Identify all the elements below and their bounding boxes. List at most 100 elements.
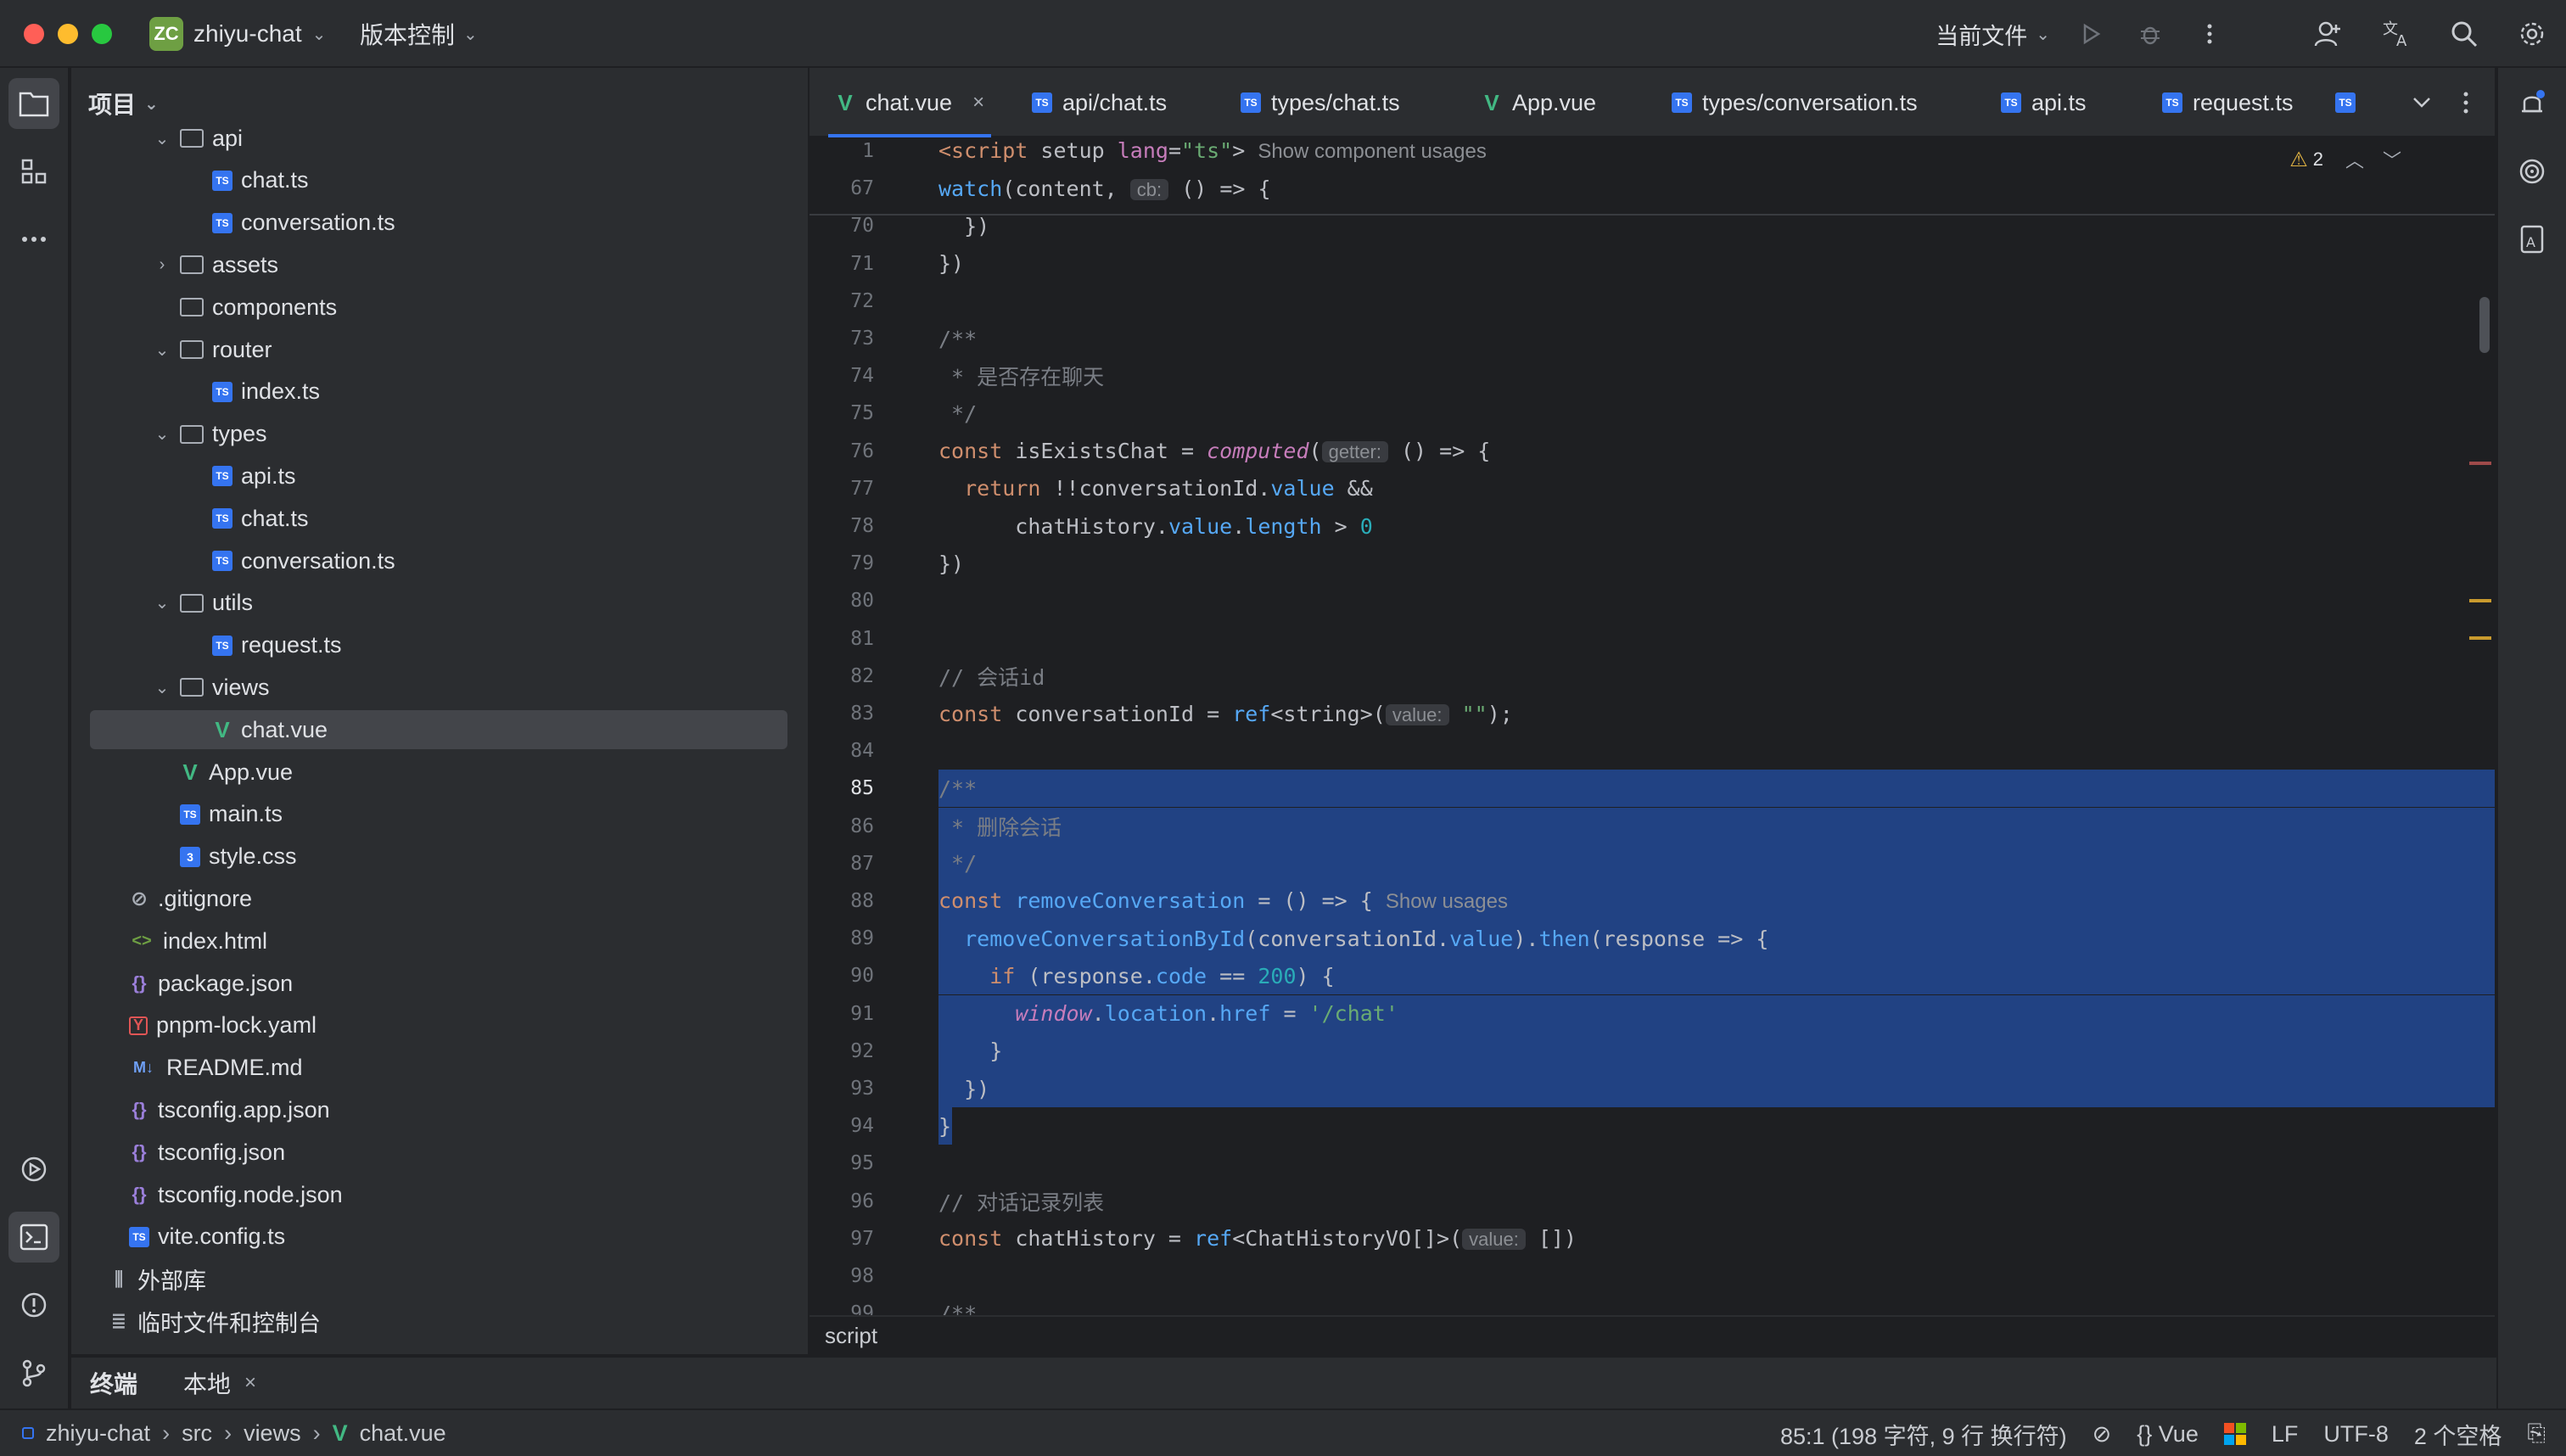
local-terminal-tab[interactable]: 本地 × — [183, 1366, 256, 1400]
maximize-window-button[interactable] — [92, 24, 112, 44]
git-tool-button[interactable] — [8, 1347, 59, 1398]
code-line[interactable]: 83 const conversationId = ref<string>(val… — [810, 695, 2495, 732]
code-line[interactable]: 96 // 对话记录列表 — [810, 1183, 2495, 1220]
tree-item[interactable]: TS main.ts — [71, 795, 808, 834]
language-selector[interactable]: {} Vue — [2137, 1421, 2199, 1448]
tree-item[interactable]: TS chat.ts — [71, 161, 808, 200]
code-line[interactable]: 1 <script setup lang="ts"> Show component… — [810, 139, 2495, 170]
code-line[interactable]: 79}) — [810, 545, 2495, 582]
chevron-down-icon[interactable]: ⌄ — [153, 128, 171, 149]
tree-item[interactable]: TS conversation.ts — [71, 541, 808, 580]
code-editor[interactable]: 1 <script setup lang="ts"> Show component… — [810, 139, 2495, 1315]
code-line[interactable]: 88 const removeConversation = () => { Sho… — [810, 882, 2495, 920]
chevron-up-icon[interactable]: ︿ — [2345, 146, 2364, 173]
windows-logo-icon[interactable] — [2223, 1423, 2246, 1445]
project-switcher[interactable]: ZC zhiyu-chat ⌄ — [149, 17, 326, 51]
editor-tab[interactable]: Vchat.vue × — [827, 68, 992, 137]
tree-item[interactable]: {} tsconfig.json — [71, 1133, 808, 1172]
editor-tab[interactable]: TS types/chat.ts — [1241, 68, 1400, 137]
code-line[interactable]: 98 — [810, 1257, 2495, 1295]
chevron-down-icon[interactable]: ⌄ — [153, 592, 171, 613]
code-line[interactable]: 84 — [810, 732, 2495, 770]
tree-item[interactable]: <> index.html — [71, 921, 808, 960]
code-line[interactable]: 85 /** — [810, 770, 2495, 808]
code-line[interactable]: 95 — [810, 1145, 2495, 1182]
code-line[interactable]: 93 }) — [810, 1070, 2495, 1107]
chevron-down-icon[interactable]: ﹀ — [2383, 146, 2401, 173]
tab-actions-icon[interactable] — [2449, 86, 2483, 120]
code-line[interactable]: 86 * 删除会话 — [810, 807, 2495, 845]
tree-item[interactable]: ⌄ router — [71, 330, 808, 369]
code-line[interactable]: 80 — [810, 582, 2495, 619]
editor-tab[interactable]: TS api.ts — [2001, 68, 2087, 137]
tree-item[interactable]: {} package.json — [71, 964, 808, 1003]
tree-item[interactable]: TS chat.ts — [71, 499, 808, 538]
editor-tab[interactable]: TS request.ts — [2162, 68, 2294, 137]
settings-gear-icon[interactable] — [2515, 17, 2549, 51]
code-line[interactable]: 94} — [810, 1107, 2495, 1145]
tree-item[interactable]: ⌄ utils — [71, 584, 808, 623]
close-icon[interactable]: × — [244, 1371, 256, 1395]
tab-list-chevron-icon[interactable] — [2405, 86, 2439, 120]
run-config-selector[interactable]: 当前文件 ⌄ — [1936, 18, 2050, 51]
code-line[interactable]: 70 }) — [810, 207, 2495, 244]
more-actions-icon[interactable] — [2193, 17, 2227, 51]
tree-item[interactable]: ⌄ views — [71, 668, 808, 707]
terminal-tool-button[interactable] — [8, 1212, 59, 1263]
crumb-project[interactable]: zhiyu-chat — [46, 1420, 150, 1447]
tree-item[interactable]: Ypnpm-lock.yaml — [71, 1006, 808, 1045]
editor-breadcrumb[interactable]: script — [810, 1315, 2495, 1354]
code-line[interactable]: 78 chatHistory.value.length > 0 — [810, 507, 2495, 545]
readonly-lock-icon[interactable]: ⎘ — [2527, 1420, 2546, 1448]
tree-item[interactable]: M↓ README.md — [71, 1049, 808, 1088]
close-icon[interactable]: × — [972, 91, 984, 115]
code-line[interactable]: 82 // 会话id — [810, 658, 2495, 695]
crumb-src[interactable]: src — [182, 1420, 212, 1447]
editor-tab[interactable]: TS api/chat.ts — [1032, 68, 1167, 137]
code-line[interactable]: 73 /** — [810, 320, 2495, 357]
vcs-menu[interactable]: 版本控制 ⌄ — [360, 17, 478, 51]
code-line[interactable]: 92 } — [810, 1032, 2495, 1070]
crumb-views[interactable]: views — [244, 1420, 301, 1447]
minimize-window-button[interactable] — [58, 24, 78, 44]
tree-item[interactable]: ⫼ 外部库 — [71, 1260, 808, 1299]
code-line[interactable]: 87 */ — [810, 844, 2495, 882]
indent-setting[interactable]: 2 个空格 — [2414, 1418, 2502, 1451]
run-icon[interactable] — [2074, 17, 2108, 51]
tree-item[interactable]: › assets — [71, 245, 808, 284]
add-user-icon[interactable] — [2311, 17, 2345, 51]
ai-translate-button[interactable]: A — [2507, 214, 2558, 265]
code-line[interactable]: 77 return !!conversationId.value && — [810, 470, 2495, 507]
chevron-down-icon[interactable]: ⌄ — [153, 339, 171, 361]
structure-tool-button[interactable] — [8, 146, 59, 197]
code-line[interactable]: 99 /** — [810, 1295, 2495, 1315]
no-highlight-icon[interactable]: ⊘ — [2093, 1421, 2112, 1448]
code-line[interactable]: 75 */ — [810, 395, 2495, 432]
tree-item[interactable]: TS index.ts — [71, 372, 808, 412]
tree-item[interactable]: TS api.ts — [71, 456, 808, 496]
tree-item[interactable]: Vchat.vue — [71, 710, 808, 750]
caret-position[interactable]: 85:1 (198 字符, 9 行 换行符) — [1780, 1418, 2067, 1451]
tree-item[interactable]: V App.vue — [71, 753, 808, 792]
code-line[interactable]: 76 const isExistsChat = computed(getter: … — [810, 433, 2495, 470]
problems-tool-button[interactable] — [8, 1280, 59, 1330]
tree-item[interactable]: ≣ 临时文件和控制台 — [71, 1302, 808, 1341]
chevron-down-icon[interactable]: ⌄ — [153, 423, 171, 445]
line-separator[interactable]: LF — [2272, 1421, 2299, 1448]
tree-item[interactable]: ⌄ types — [71, 415, 808, 454]
tree-item[interactable]: ⌄ api — [71, 119, 808, 158]
code-line[interactable]: 72 — [810, 283, 2495, 320]
code-line[interactable]: 91 window.location.href = '/chat' — [810, 994, 2495, 1033]
terminal-tab[interactable]: 终端 — [90, 1366, 137, 1400]
chevron-down-icon[interactable]: ⌄ — [153, 677, 171, 698]
translate-icon[interactable]: 文A — [2379, 17, 2413, 51]
editor-tab[interactable]: V App.vue — [1482, 68, 1596, 137]
code-line[interactable]: 90 if (response.code == 200) { — [810, 957, 2495, 995]
more-tabs-indicator[interactable]: TS — [2335, 68, 2356, 137]
tree-item[interactable]: TS request.ts — [71, 626, 808, 665]
ai-assistant-button[interactable] — [2507, 146, 2558, 197]
warning-stripe-mark[interactable] — [2469, 599, 2491, 602]
project-tool-button[interactable] — [8, 78, 59, 129]
code-line[interactable]: 81 — [810, 620, 2495, 658]
inspection-widget[interactable]: ⚠ 2 ︿ ﹀ — [2289, 146, 2401, 173]
